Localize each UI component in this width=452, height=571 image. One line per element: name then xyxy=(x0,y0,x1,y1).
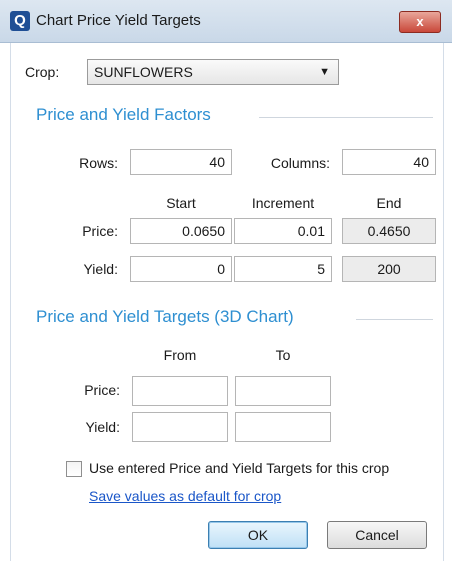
target-yield-to-field[interactable] xyxy=(235,412,331,442)
price-label: Price: xyxy=(82,223,118,239)
yield-increment-field[interactable]: 5 xyxy=(234,256,332,282)
chevron-down-icon: ▼ xyxy=(319,66,330,78)
targets-heading: Price and Yield Targets (3D Chart) xyxy=(36,307,294,326)
factors-heading: Price and Yield Factors xyxy=(36,105,211,124)
price-increment-field[interactable]: 0.01 xyxy=(234,218,332,244)
yield-start-field[interactable]: 0 xyxy=(130,256,232,282)
title-bar: Q Chart Price Yield Targets x xyxy=(0,0,452,43)
window-title: Chart Price Yield Targets xyxy=(36,12,201,29)
target-yield-from-field[interactable] xyxy=(132,412,228,442)
close-button[interactable]: x xyxy=(399,11,441,33)
rows-label: Rows: xyxy=(79,155,118,171)
to-column-header: To xyxy=(275,347,291,363)
columns-label: Columns: xyxy=(270,155,330,171)
use-targets-checkbox[interactable] xyxy=(66,461,82,477)
target-yield-label: Yield: xyxy=(85,419,120,435)
price-start-field[interactable]: 0.0650 xyxy=(130,218,232,244)
yield-end-field: 200 xyxy=(342,256,436,282)
ok-button[interactable]: OK xyxy=(208,521,308,549)
increment-column-header: Increment xyxy=(251,195,315,211)
rows-field[interactable]: 40 xyxy=(130,149,232,175)
cancel-button[interactable]: Cancel xyxy=(327,521,427,549)
price-end-field: 0.4650 xyxy=(342,218,436,244)
target-price-label: Price: xyxy=(84,382,120,398)
crop-label: Crop: xyxy=(25,64,60,80)
from-column-header: From xyxy=(163,347,197,363)
use-targets-label: Use entered Price and Yield Targets for … xyxy=(89,460,390,476)
yield-label: Yield: xyxy=(83,261,118,277)
save-default-link[interactable]: Save values as default for crop xyxy=(89,488,281,504)
end-column-header: End xyxy=(376,195,402,211)
start-column-header: Start xyxy=(166,195,196,211)
target-price-from-field[interactable] xyxy=(132,376,228,406)
columns-field[interactable]: 40 xyxy=(342,149,436,175)
crop-dropdown[interactable]: SUNFLOWERS ▼ xyxy=(87,59,339,85)
crop-selected-value: SUNFLOWERS xyxy=(94,64,193,80)
targets-divider xyxy=(356,319,433,320)
dialog-body: Crop: SUNFLOWERS ▼ Price and Yield Facto… xyxy=(10,43,444,561)
target-price-to-field[interactable] xyxy=(235,376,331,406)
app-icon: Q xyxy=(10,11,30,31)
factors-divider xyxy=(259,117,433,118)
